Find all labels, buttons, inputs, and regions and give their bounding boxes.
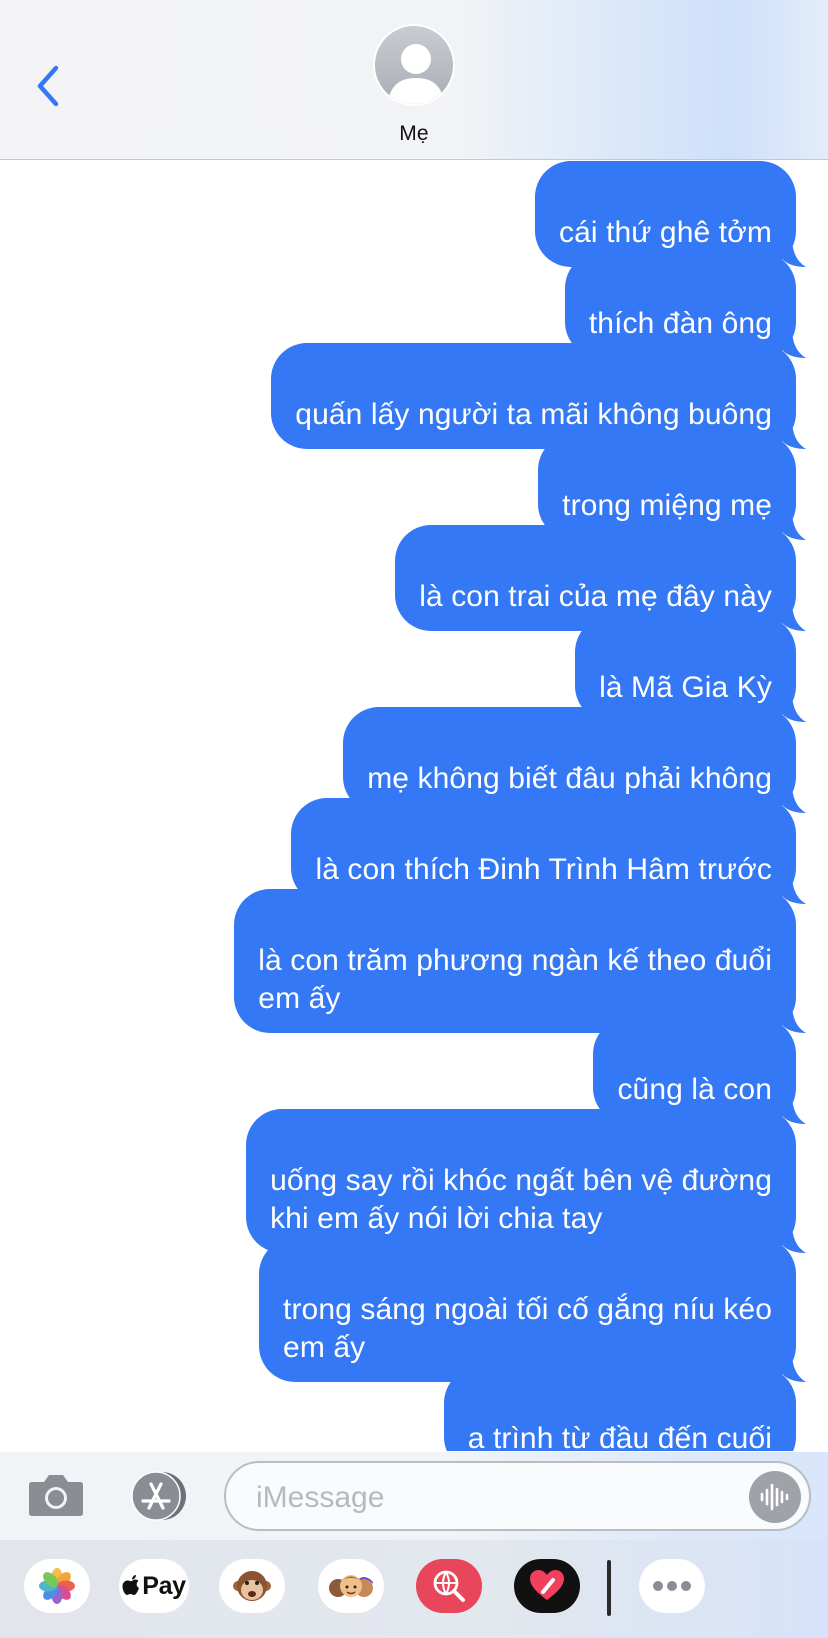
message-text: là con thích Đinh Trình Hâm trước xyxy=(315,853,772,886)
message-text: uống say rồi khóc ngất bên vệ đường khi … xyxy=(270,1164,772,1235)
bubble-tail xyxy=(782,1443,793,1451)
imessage-input[interactable]: iMessage xyxy=(224,1461,811,1531)
contact-avatar[interactable] xyxy=(373,24,455,106)
message-text: trong sáng ngoài tối cố gắng níu kéo em … xyxy=(283,1293,772,1364)
waveform-icon xyxy=(760,1483,789,1511)
message-text: cũng là con xyxy=(617,1073,772,1106)
chevron-left-icon xyxy=(37,65,59,107)
message-row: a trình từ đầu đến cuối xyxy=(443,1367,796,1451)
monkey-face-icon xyxy=(233,1571,271,1601)
audio-message-button[interactable] xyxy=(749,1471,801,1523)
message-text: thích đàn ông xyxy=(588,307,772,340)
app-drawer: Pay xyxy=(0,1540,828,1638)
apple-pay-app-button[interactable]: Pay xyxy=(119,1559,189,1613)
message-text: quấn lấy người ta mãi không buông xyxy=(295,398,772,431)
ellipsis-icon xyxy=(653,1581,691,1591)
message-text: a trình từ đầu đến cuối xyxy=(467,1422,772,1451)
sent-message-bubble[interactable]: a trình từ đầu đến cuối xyxy=(443,1367,796,1451)
message-row: uống say rồi khóc ngất bên vệ đường khi … xyxy=(246,1109,806,1253)
message-row: là con trăm phương ngàn kế theo đuổi em … xyxy=(234,889,806,1033)
heart-icon xyxy=(530,1570,564,1600)
message-text: là con trăm phương ngàn kế theo đuổi em … xyxy=(258,944,772,1015)
globe-search-icon xyxy=(433,1570,465,1602)
image-search-app-button[interactable] xyxy=(416,1559,482,1613)
photos-icon xyxy=(39,1568,75,1604)
contact-name[interactable]: Mẹ xyxy=(0,122,828,146)
app-store-icon xyxy=(131,1471,186,1521)
imessage-placeholder: iMessage xyxy=(256,1481,385,1514)
message-row: trong sáng ngoài tối cố gắng níu kéo em … xyxy=(259,1238,806,1382)
memoji-app-button[interactable] xyxy=(318,1559,384,1613)
camera-icon xyxy=(29,1475,83,1516)
compose-bar: iMessage xyxy=(0,1452,828,1540)
app-store-button[interactable] xyxy=(126,1470,190,1522)
sent-message-bubble[interactable]: là con trăm phương ngàn kế theo đuổi em … xyxy=(234,889,806,1033)
apple-logo-icon xyxy=(122,1575,140,1595)
message-text: mẹ không biết đâu phải không xyxy=(367,762,772,795)
sent-message-bubble[interactable]: trong sáng ngoài tối cố gắng níu kéo em … xyxy=(259,1238,806,1382)
back-button[interactable] xyxy=(26,58,70,114)
message-text: là Mã Gia Kỳ xyxy=(599,671,772,704)
message-list[interactable]: cái thứ ghê tởm thích đàn ông quấn lấy n… xyxy=(0,161,828,1451)
drawer-divider xyxy=(607,1560,611,1616)
message-text: cái thứ ghê tởm xyxy=(558,216,772,249)
message-text: là con trai của mẹ đây này xyxy=(419,580,772,613)
digital-touch-app-button[interactable] xyxy=(514,1559,580,1613)
apple-pay-label: Pay xyxy=(142,1571,186,1600)
animoji-app-button[interactable] xyxy=(219,1559,285,1613)
camera-button[interactable] xyxy=(26,1470,86,1520)
more-apps-button[interactable] xyxy=(639,1559,705,1613)
sent-message-bubble[interactable]: uống say rồi khóc ngất bên vệ đường khi … xyxy=(246,1109,806,1253)
memoji-faces-icon xyxy=(329,1575,373,1597)
photos-app-button[interactable] xyxy=(24,1559,90,1613)
person-silhouette-icon xyxy=(387,44,445,104)
conversation-header: Mẹ xyxy=(0,0,828,160)
message-text: trong miệng mẹ xyxy=(562,489,772,522)
